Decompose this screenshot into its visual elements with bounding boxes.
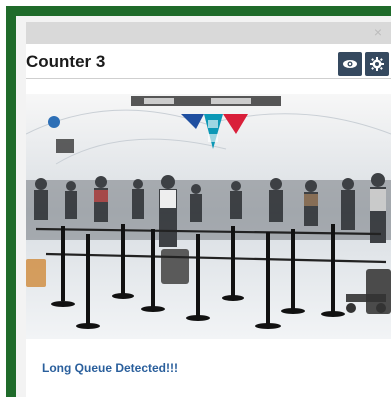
eye-icon <box>343 60 357 68</box>
settings-button[interactable] <box>365 52 389 76</box>
airport-queue-photo <box>26 94 391 339</box>
frame-left-border <box>6 6 16 397</box>
alert-message: Long Queue Detected!!! <box>42 361 179 375</box>
close-icon[interactable]: × <box>371 25 385 39</box>
gear-icon <box>370 57 384 71</box>
page-title: Counter 3 <box>26 52 106 71</box>
frame-top-border <box>6 6 391 16</box>
view-button[interactable] <box>338 52 362 76</box>
window-frame: × Counter 3 Long Queue Detected!!! <box>0 0 391 397</box>
panel-content: Long Queue Detected!!! <box>26 79 391 397</box>
queue-camera-image <box>26 94 391 339</box>
panel-header: Counter 3 <box>26 44 391 79</box>
title-bar: × <box>26 22 391 44</box>
